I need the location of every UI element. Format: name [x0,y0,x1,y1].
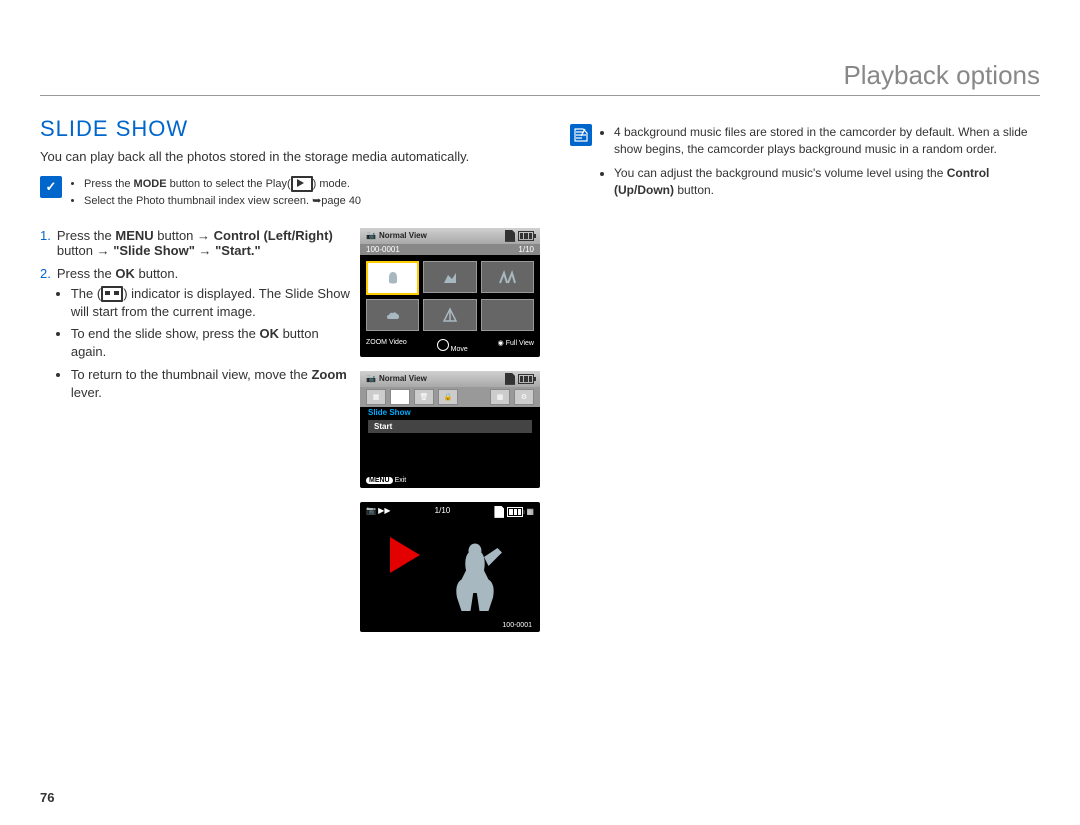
menu-tab: ⚙ [514,389,534,405]
move-hint: Move [451,346,468,353]
ok-label: OK [115,266,135,281]
note-item: You can adjust the background music's vo… [614,165,1040,200]
menu-item-start: Start [368,420,532,433]
step-text: Press the [57,266,116,281]
menu-tab: 🗑 [414,389,434,405]
menu-tab: 🔒 [438,389,458,405]
t: You can adjust the background music's vo… [614,166,947,180]
battery-icon [507,507,523,517]
step-text: button → [154,228,214,243]
t: The ( [71,286,101,301]
battery-icon [518,231,534,241]
menu-label: MENU [115,228,153,243]
sd-icon [505,373,515,385]
sub-bullet: The () indicator is displayed. The Slide… [71,285,350,321]
menu-tab-active: ▶ [390,389,410,405]
screen-thumbnail-view: 📷 Normal View 100-0001 1/10 [360,228,540,357]
page-number: 76 [40,790,54,805]
menu-pill: MENU [366,477,393,484]
folder-label: 100-0001 [366,245,400,254]
play-mode-icon [291,176,313,192]
slideshow-tab-label: Slide Show [360,407,540,418]
video-hint: Video [389,339,407,346]
move-icon [437,339,449,351]
slideshow-label: "Slide Show" [113,243,195,258]
normal-view-label: Normal View [379,374,427,383]
sub-bullet: To end the slide show, press the OK butt… [71,325,350,361]
thumbnail [423,261,476,293]
t: button. [674,183,714,197]
page-header: Playback options [40,60,1040,96]
prerequisite-box: ✓ Press the MODE button to select the Pl… [40,176,540,212]
thumbnail [481,299,534,331]
thumbnail-selected [366,261,419,295]
step-text: → [195,243,215,258]
normal-view-label: Normal View [379,231,427,240]
note-box: 4 background music files are stored in t… [570,124,1040,206]
count-label: 1/10 [518,245,534,254]
slideshow-indicator-icon [101,286,123,302]
folder-label: 100-0001 [502,622,532,629]
note-item: 4 background music files are stored in t… [614,124,1040,159]
menu-tab: ▦ [490,389,510,405]
sub-bullet: To return to the thumbnail view, move th… [71,366,350,402]
step-2: 2. Press the OK button. The () indicator… [40,266,350,406]
control-label: Control (Left/Right) [214,228,333,243]
zoom-label: Zoom [311,367,346,382]
fullview-hint: Full View [506,340,534,347]
t: lever. [71,385,102,400]
section-intro: You can play back all the photos stored … [40,148,540,166]
t: To return to the thumbnail view, move th… [71,367,312,382]
zoom-hint: ZOOM [366,339,387,346]
ok-label: OK [259,326,279,341]
thumbnail [366,299,419,331]
screen-slideshow-playing: 📷 ▶▶ 1/10 ▦ 100-0001 [360,502,540,632]
step-number: 1. [40,228,51,258]
step-text: button → [57,243,113,258]
thumbnail [423,299,476,331]
step-text: button. [135,266,178,281]
exit-label: Exit [395,477,407,484]
photo-silhouette [430,530,520,620]
step-number: 2. [40,266,51,406]
screen-menu-view: 📷 Normal View ▦ ▶ 🗑 🔒 ▦ ⚙ Slide Show Sta… [360,371,540,488]
count-label: 1/10 [435,506,451,518]
sd-icon [505,230,515,242]
step-text: Press the [57,228,116,243]
section-title: SLIDE SHOW [40,116,540,142]
battery-icon [518,374,534,384]
check-icon: ✓ [40,176,62,198]
note-icon [570,124,592,146]
sd-icon [494,506,504,518]
menu-tab: ▦ [366,389,386,405]
t: To end the slide show, press the [71,326,260,341]
prereq-item: Press the MODE button to select the Play… [84,176,361,192]
prereq-item: Select the Photo thumbnail index view sc… [84,194,361,209]
thumbnail [481,261,534,293]
start-label: "Start." [215,243,261,258]
play-arrow-icon [390,537,420,573]
step-1: 1. Press the MENU button → Control (Left… [40,228,350,258]
